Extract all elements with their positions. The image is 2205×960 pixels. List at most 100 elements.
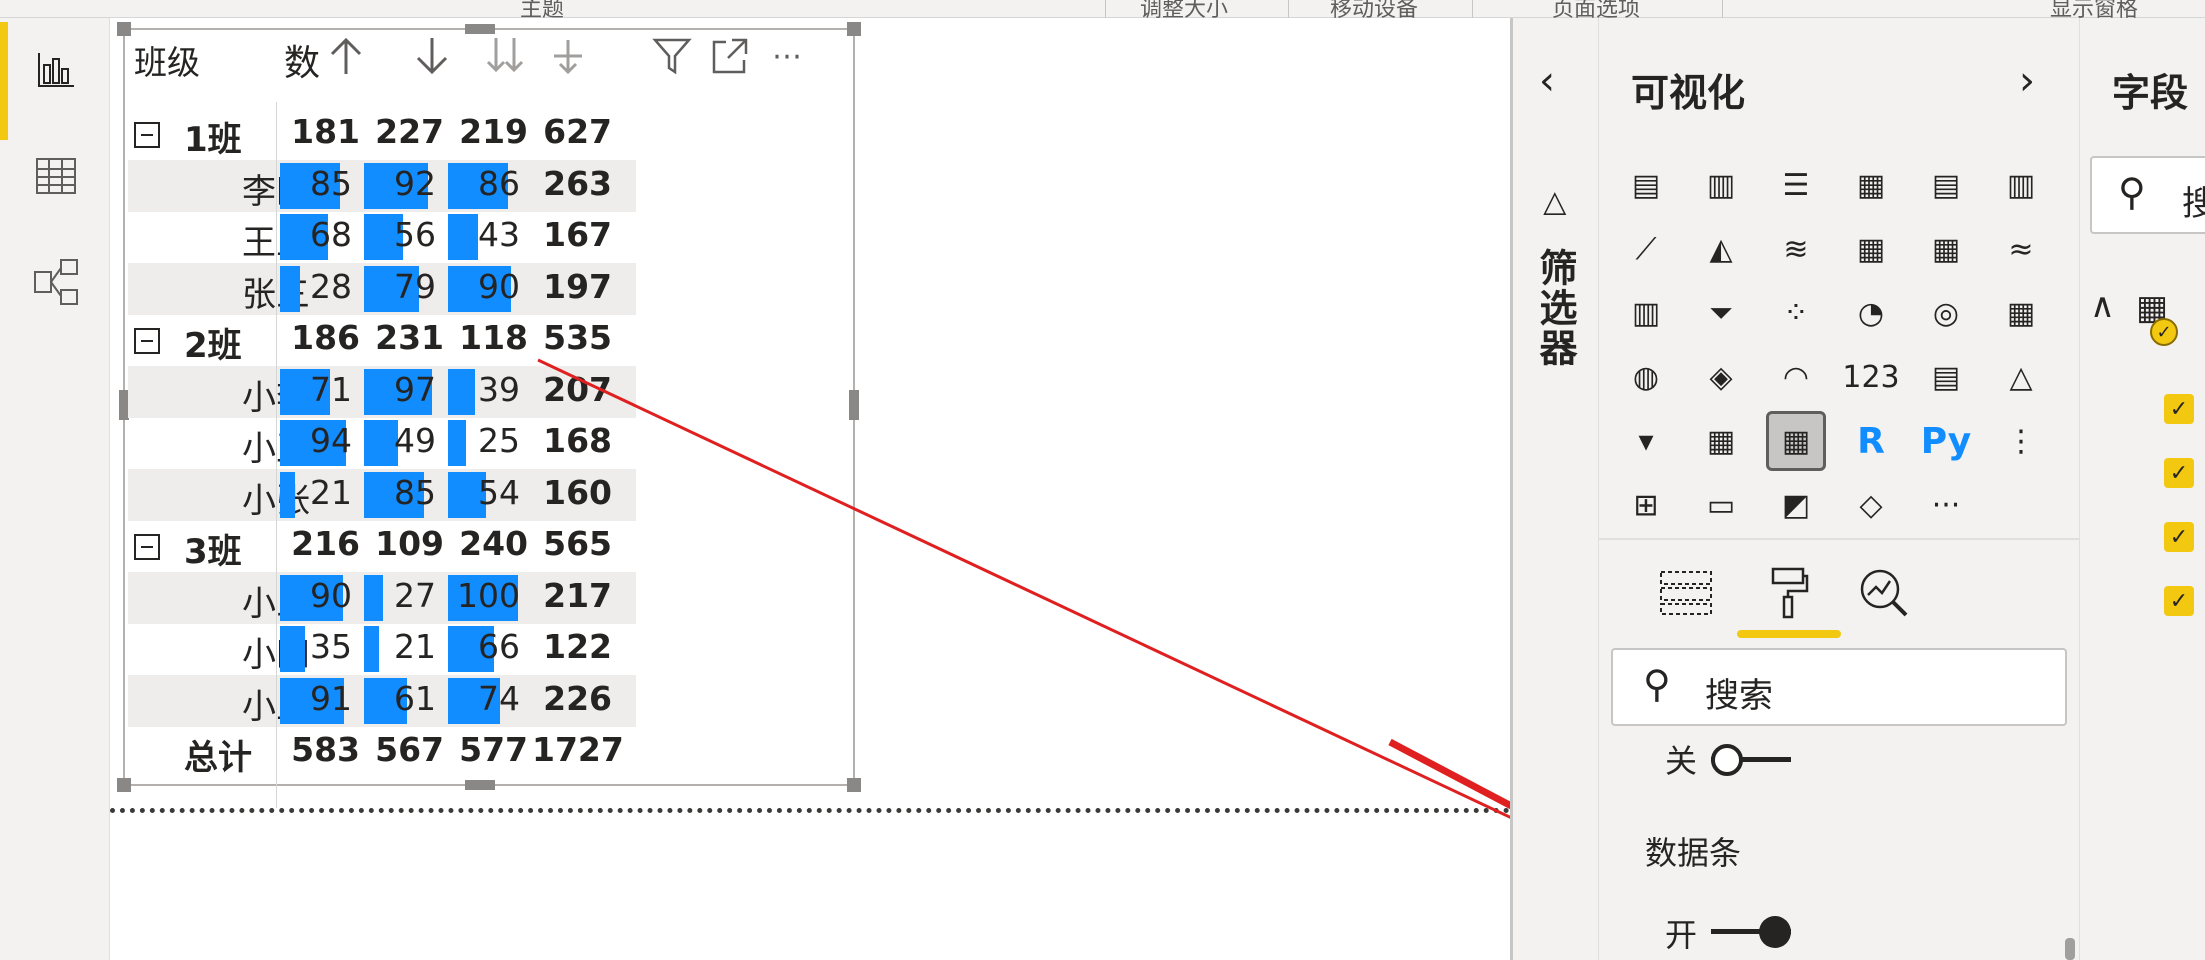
area-chart-icon[interactable]: ◭ — [1694, 222, 1748, 276]
fields-search-box[interactable]: ⚲ 搜 — [2090, 156, 2205, 234]
pie-chart-icon[interactable]: ◔ — [1844, 286, 1898, 340]
model-view-button[interactable] — [28, 254, 84, 310]
pie-chart-icon-glyph: ◔ — [1857, 295, 1885, 331]
value-cell: 90 — [448, 263, 526, 315]
fields-well-tab[interactable] — [1651, 558, 1721, 628]
clustered-column-icon[interactable]: ▦ — [1844, 158, 1898, 212]
table-row: 小王 94 49 25 168 — [128, 417, 636, 469]
stacked-bar-icon[interactable]: ▤ — [1619, 158, 1673, 212]
multirow-card-icon[interactable]: ▤ — [1919, 350, 1973, 404]
treemap-icon[interactable]: ▦ — [1994, 286, 2048, 340]
funnel-icon-glyph: ⏷ — [1709, 295, 1733, 331]
card-icon[interactable]: 123 — [1842, 350, 1899, 404]
expand-filters-chevron-icon[interactable]: ‹ — [1539, 58, 1555, 104]
previous-setting-toggle[interactable] — [1711, 744, 1793, 776]
r-visual-icon[interactable]: R — [1844, 414, 1898, 468]
resize-handle-bottom[interactable] — [465, 780, 495, 790]
drill-down-icon[interactable] — [410, 34, 454, 78]
cell-value: 35 — [310, 627, 352, 666]
value-cell: 27 — [364, 572, 442, 624]
resize-handle-bottom-right[interactable] — [847, 778, 861, 792]
filter-icon[interactable] — [650, 34, 694, 78]
100-stacked-bar-icon[interactable]: ▤ — [1919, 158, 1973, 212]
collapse-group-icon[interactable] — [134, 122, 160, 148]
cell-value: 86 — [478, 163, 520, 203]
value-cell: 56 — [364, 211, 442, 263]
line-clustered-column-icon[interactable]: ▦ — [1919, 222, 1973, 276]
field-checkbox[interactable]: ✓ — [2164, 586, 2194, 616]
area-chart-icon-glyph: ◭ — [1709, 231, 1733, 267]
filters-pane-label[interactable]: 筛选器 — [1533, 248, 1583, 368]
field-checkbox[interactable]: ✓ — [2164, 522, 2194, 552]
collapse-group-icon[interactable] — [134, 328, 160, 354]
group-subtotal-cell: 219 — [459, 112, 528, 151]
field-checkbox[interactable]: ✓ — [2164, 458, 2194, 488]
row-total-cell: 167 — [543, 215, 612, 254]
line-chart-icon[interactable]: ⟋ — [1619, 222, 1673, 276]
kpi-icon-glyph: △ — [2009, 359, 2033, 395]
stacked-column-icon[interactable]: ▥ — [1694, 158, 1748, 212]
resize-handle-top[interactable] — [465, 24, 495, 34]
kpi-icon[interactable]: △ — [1994, 350, 2048, 404]
value-cell: 91 — [280, 675, 358, 727]
expand-next-level-icon[interactable] — [546, 34, 590, 78]
ribbon-chart-icon[interactable]: ≈ — [1994, 222, 2048, 276]
focus-mode-icon[interactable] — [708, 34, 752, 78]
analytics-tab[interactable] — [1849, 558, 1919, 628]
map-icon[interactable]: ◍ — [1619, 350, 1673, 404]
format-pane-scrollbar[interactable] — [2065, 938, 2075, 960]
table-grid-icon — [36, 158, 76, 194]
slicer-icon[interactable]: ▾ — [1619, 414, 1673, 468]
collapse-visualizations-chevron-icon[interactable]: › — [2019, 58, 2035, 104]
data-bars-toggle[interactable] — [1711, 916, 1793, 948]
cell-value: 27 — [394, 575, 436, 615]
donut-chart-icon-glyph: ◎ — [1932, 295, 1960, 331]
donut-chart-icon[interactable]: ◎ — [1919, 286, 1973, 340]
value-cell: 90 — [280, 572, 358, 624]
report-view-button[interactable] — [28, 42, 84, 98]
data-bars-section-title: 数据条 — [1645, 834, 1742, 872]
smart-narrative-icon[interactable]: ◩ — [1769, 478, 1823, 532]
key-influencers-icon[interactable]: ⋮ — [1994, 414, 2048, 468]
qa-icon[interactable]: ▭ — [1694, 478, 1748, 532]
column-header-class[interactable]: 班级 — [134, 36, 200, 84]
clustered-bar-icon[interactable]: ☰ — [1769, 158, 1823, 212]
table-icon[interactable]: ▦ — [1694, 414, 1748, 468]
filters-pane-collapsed[interactable]: ‹ ◁ 筛选器 — [1510, 18, 1598, 960]
drill-up-icon[interactable] — [324, 34, 368, 78]
value-cell: 71 — [280, 366, 358, 418]
more-visuals-icon[interactable]: ··· — [1919, 478, 1973, 532]
row-header-divider — [276, 102, 277, 808]
waterfall-icon[interactable]: ▥ — [1619, 286, 1673, 340]
power-apps-icon[interactable]: ◇ — [1844, 478, 1898, 532]
more-options-icon[interactable]: ⋯ — [766, 34, 810, 78]
format-search-box[interactable]: ⚲ 搜索 — [1611, 648, 2067, 726]
line-column-icon[interactable]: ▦ — [1844, 222, 1898, 276]
group-row: 3班 216 109 240 565 — [128, 520, 636, 572]
go-to-next-level-icon[interactable] — [484, 34, 528, 78]
python-visual-icon[interactable]: Py — [1919, 414, 1973, 468]
grand-total-cell: 583 — [291, 730, 360, 769]
funnel-icon[interactable]: ⏷ — [1694, 286, 1748, 340]
gauge-icon[interactable]: ◠ — [1769, 350, 1823, 404]
group-label: 3班 — [184, 532, 242, 572]
collapse-group-icon[interactable] — [134, 534, 160, 560]
cell-value: 100 — [457, 575, 520, 615]
matrix-icon[interactable]: ▦ — [1766, 411, 1826, 471]
field-checkbox[interactable]: ✓ — [2164, 394, 2194, 424]
group-label: 1班 — [184, 120, 242, 160]
fields-title: 字段 — [2112, 71, 2189, 115]
decomposition-tree-icon[interactable]: ⊞ — [1619, 478, 1673, 532]
scatter-icon[interactable]: ⁘ — [1769, 286, 1823, 340]
100-stacked-column-icon[interactable]: ▥ — [1994, 158, 2048, 212]
resize-handle-right[interactable] — [849, 390, 859, 420]
value-cell: 54 — [448, 469, 526, 521]
group-subtotal-cell: 118 — [459, 318, 528, 357]
collapse-table-chevron-icon[interactable]: ∧ — [2090, 286, 2115, 326]
format-tab[interactable] — [1754, 558, 1824, 628]
resize-handle-bottom-left[interactable] — [117, 778, 131, 792]
stacked-area-icon[interactable]: ≋ — [1769, 222, 1823, 276]
filled-map-icon[interactable]: ◈ — [1694, 350, 1748, 404]
data-view-button[interactable] — [28, 148, 84, 204]
data-bar — [448, 420, 466, 466]
